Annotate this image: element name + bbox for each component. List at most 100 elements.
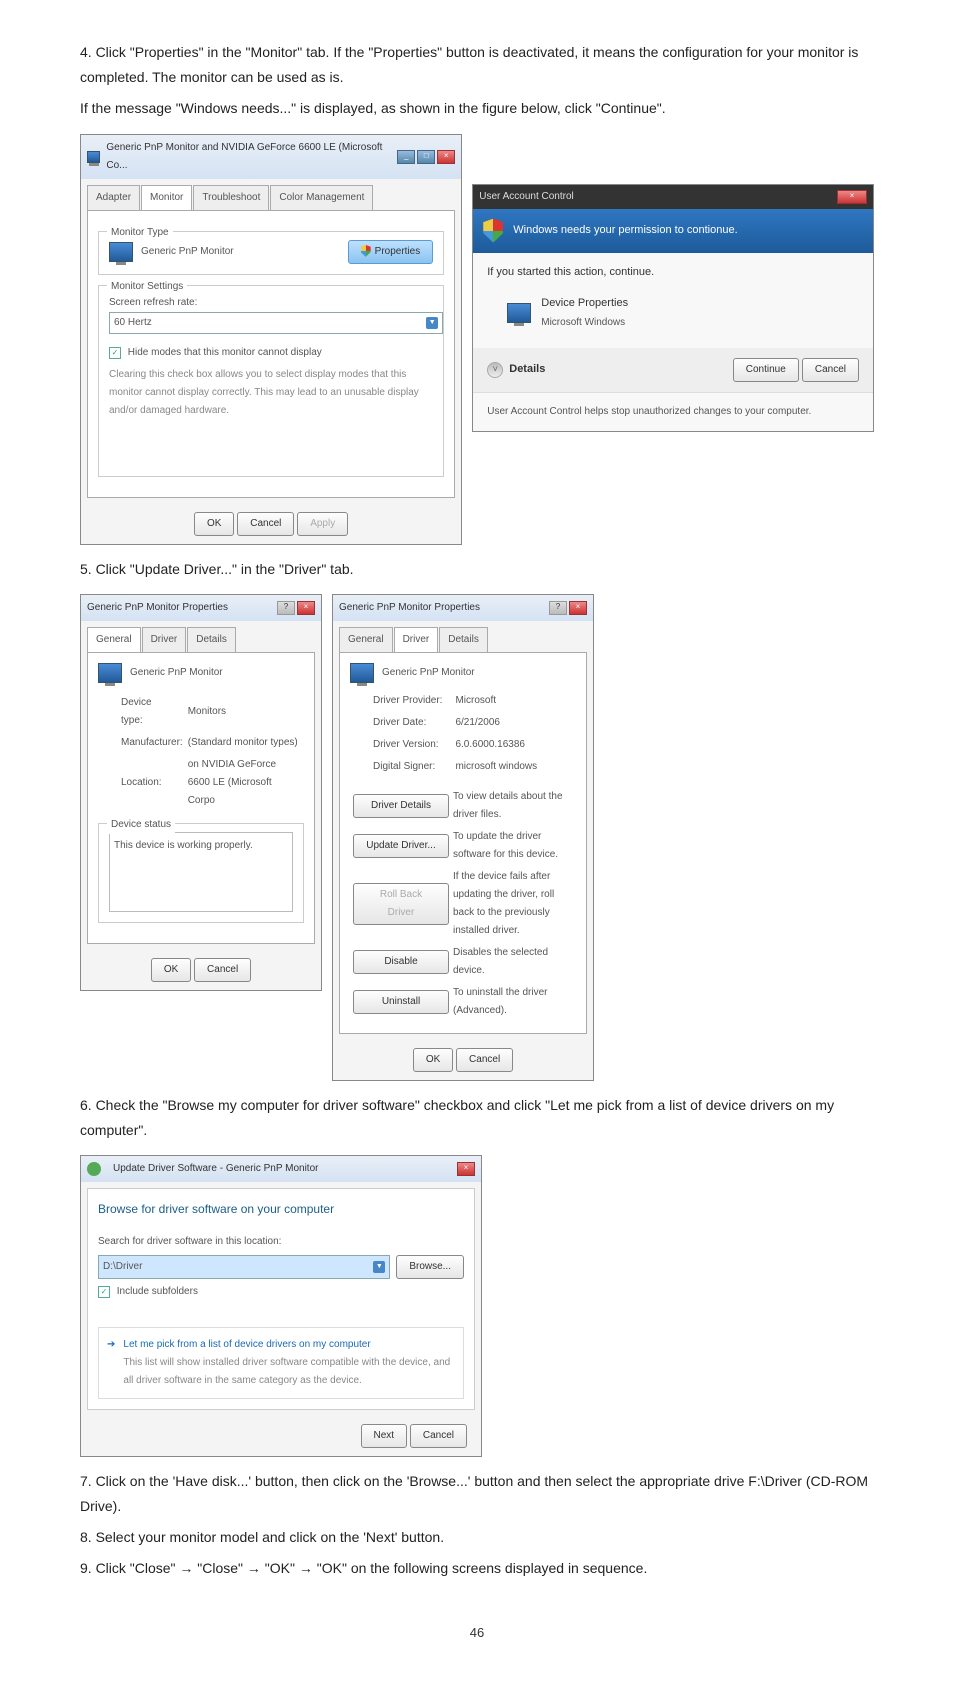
version-value: 6.0.6000.16386 [454, 735, 538, 755]
ok-button-3[interactable]: OK [413, 1048, 453, 1072]
uac-device-properties: Device Properties [541, 294, 628, 314]
close-button-3[interactable]: × [569, 601, 587, 615]
page-number: 46 [80, 1621, 874, 1644]
properties-driver-dialog: Generic PnP Monitor Properties ? × Gener… [332, 594, 594, 1081]
step4-text1: 4. Click "Properties" in the "Monitor" t… [80, 40, 874, 90]
hide-modes-desc: Clearing this check box allows you to se… [109, 366, 433, 420]
uac-dialog: User Account Control × Windows needs you… [472, 184, 874, 433]
driver-details-desc: To view details about the driver files. [452, 787, 574, 825]
tab-monitor[interactable]: Monitor [141, 185, 192, 210]
step9-text: 9. Click "Close" → "Close" → "OK" → "OK"… [80, 1556, 874, 1581]
monitor-settings-label: Monitor Settings [107, 278, 187, 296]
pick-from-list-link[interactable]: Let me pick from a list of device driver… [123, 1336, 455, 1354]
next-button[interactable]: Next [361, 1424, 408, 1448]
update-driver-desc: To update the driver software for this d… [452, 827, 574, 865]
step7-text: 7. Click on the 'Have disk...' button, t… [80, 1469, 874, 1519]
cancel-button-3[interactable]: Cancel [456, 1048, 513, 1072]
include-subfolders-label: Include subfolders [117, 1286, 198, 1297]
browse-button[interactable]: Browse... [396, 1255, 464, 1279]
disable-button[interactable]: Disable [353, 950, 449, 974]
details-chevron-icon[interactable]: ˅ [487, 362, 503, 378]
device-icon [507, 303, 531, 323]
uninstall-button[interactable]: Uninstall [353, 990, 449, 1014]
close-button-2[interactable]: × [297, 601, 315, 615]
ok-button-2[interactable]: OK [151, 958, 191, 982]
monitor-name: Generic PnP Monitor [141, 243, 234, 261]
browse-heading: Browse for driver software on your compu… [98, 1199, 464, 1221]
uninstall-desc: To uninstall the driver (Advanced). [452, 983, 574, 1021]
uac-close-button[interactable]: × [837, 190, 867, 204]
provider-value: Microsoft [454, 691, 538, 711]
date-label: Driver Date: [372, 713, 452, 733]
driver-details-button[interactable]: Driver Details [353, 794, 449, 818]
dialog-title-general: Generic PnP Monitor Properties [87, 599, 228, 617]
signer-label: Digital Signer: [372, 757, 452, 777]
shield-icon [483, 219, 503, 243]
uac-details-toggle[interactable]: Details [509, 360, 545, 380]
continue-button[interactable]: Continue [733, 358, 799, 382]
tab-driver-1[interactable]: Driver [142, 627, 187, 652]
refresh-rate-select[interactable]: 60 Hertz▼ [109, 312, 443, 334]
disable-desc: Disables the selected device. [452, 943, 574, 981]
tab-general-2[interactable]: General [339, 627, 393, 652]
properties-button[interactable]: Properties [348, 240, 434, 264]
pick-desc: This list will show installed driver sof… [123, 1354, 455, 1390]
monitor-icon-3 [350, 663, 374, 683]
uac-publisher: Microsoft Windows [541, 314, 628, 332]
location-label: Location: [120, 755, 185, 811]
cancel-button-2[interactable]: Cancel [194, 958, 251, 982]
rollback-driver-button[interactable]: Roll Back Driver [353, 883, 449, 925]
browse-title: Update Driver Software - Generic PnP Mon… [113, 1160, 318, 1178]
device-type-value: Monitors [187, 693, 302, 731]
chevron-down-icon-2: ▼ [373, 1261, 385, 1273]
update-driver-button[interactable]: Update Driver... [353, 834, 449, 858]
tab-details-2[interactable]: Details [439, 627, 488, 652]
tab-troubleshoot[interactable]: Troubleshoot [193, 185, 269, 210]
uac-title: User Account Control [479, 188, 574, 206]
hide-modes-label: Hide modes that this monitor cannot disp… [128, 347, 322, 358]
browse-driver-dialog: Update Driver Software - Generic PnP Mon… [80, 1155, 482, 1457]
apply-button[interactable]: Apply [297, 512, 348, 536]
cancel-button[interactable]: Cancel [237, 512, 294, 536]
manufacturer-label: Manufacturer: [120, 733, 185, 753]
monitor-type-label: Monitor Type [107, 224, 173, 242]
back-icon[interactable] [87, 1162, 101, 1176]
provider-label: Driver Provider: [372, 691, 452, 711]
tab-color-management[interactable]: Color Management [270, 185, 373, 210]
manufacturer-value: (Standard monitor types) [187, 733, 302, 753]
device-status-box: This device is working properly. [109, 832, 293, 912]
help-button[interactable]: ? [277, 601, 295, 615]
version-label: Driver Version: [372, 735, 452, 755]
monitor-name-2: Generic PnP Monitor [130, 664, 223, 682]
step6-text: 6. Check the "Browse my computer for dri… [80, 1093, 874, 1143]
device-status-label: Device status [107, 816, 175, 834]
minimize-button[interactable]: _ [397, 150, 415, 164]
ok-button[interactable]: OK [194, 512, 234, 536]
close-button[interactable]: × [437, 150, 455, 164]
uac-cancel-button[interactable]: Cancel [802, 358, 859, 382]
path-select[interactable]: D:\Driver▼ [98, 1255, 390, 1279]
tab-adapter[interactable]: Adapter [87, 185, 140, 210]
hide-modes-checkbox[interactable]: ✓ [109, 347, 121, 359]
date-value: 6/21/2006 [454, 713, 538, 733]
location-value: on NVIDIA GeForce 6600 LE (Microsoft Cor… [187, 755, 302, 811]
rollback-driver-desc: If the device fails after updating the d… [452, 867, 574, 941]
step5-text: 5. Click "Update Driver..." in the "Driv… [80, 557, 874, 582]
chevron-down-icon: ▼ [426, 317, 438, 329]
properties-general-dialog: Generic PnP Monitor Properties ? × Gener… [80, 594, 322, 991]
tab-details-1[interactable]: Details [187, 627, 236, 652]
maximize-button[interactable]: □ [417, 150, 435, 164]
tab-general[interactable]: General [87, 627, 141, 652]
step8-text: 8. Select your monitor model and click o… [80, 1525, 874, 1550]
help-button-2[interactable]: ? [549, 601, 567, 615]
uac-header-text: Windows needs your permission to contion… [513, 221, 737, 241]
dialog-title-driver: Generic PnP Monitor Properties [339, 599, 480, 617]
close-button-4[interactable]: × [457, 1162, 475, 1176]
step4-text2: If the message "Windows needs..." is dis… [80, 96, 874, 121]
include-subfolders-checkbox[interactable]: ✓ [98, 1286, 110, 1298]
monitor-properties-dialog: Generic PnP Monitor and NVIDIA GeForce 6… [80, 134, 462, 545]
refresh-rate-label: Screen refresh rate: [109, 294, 433, 312]
monitor-icon-2 [98, 663, 122, 683]
tab-driver-2[interactable]: Driver [394, 627, 439, 652]
cancel-button-4[interactable]: Cancel [410, 1424, 467, 1448]
